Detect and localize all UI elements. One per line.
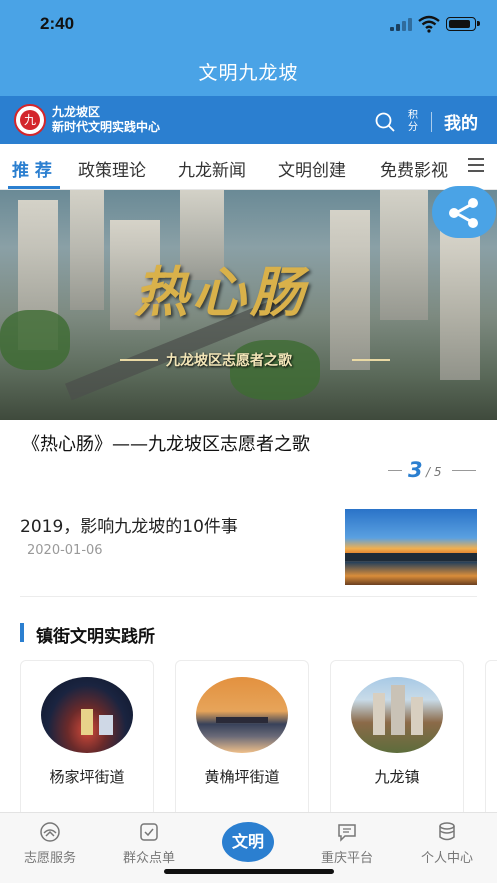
chat-icon [338,824,356,842]
list-divider [20,596,477,597]
search-icon[interactable] [375,112,395,132]
banner-carousel[interactable]: 热心肠 九龙坡区志愿者之歌 [0,190,497,420]
station-name: 九龙镇 [374,768,420,786]
divider [431,112,432,132]
nav-label: 个人中心 [420,851,473,866]
menu-icon[interactable] [468,158,484,172]
brand-line1: 九龙坡区 [52,105,101,119]
tab-civilization[interactable]: 文明创建 [278,156,346,181]
image-building [411,697,423,735]
banner-tree [0,310,70,370]
section-marker [20,623,24,642]
banner-tree [230,340,320,400]
news-thumbnail[interactable] [345,509,477,585]
subtitle-rule [352,359,390,361]
station-card[interactable]: 杨家坪街道 [20,660,154,820]
carousel-pager: 3 / 5 [388,458,476,482]
home-indicator [164,869,334,874]
points-button[interactable]: 积分 [406,110,420,134]
order-icon [140,823,158,841]
section-title: 镇街文明实践所 [36,627,155,647]
news-item-date: 2020-01-06 [27,543,103,558]
banner-caption[interactable]: 《热心肠》——九龙坡区志愿者之歌 [22,430,310,456]
category-tabs: 推 荐 政策理论 九龙新闻 文明创建 免费影视 [0,144,497,190]
subtitle-rule [120,359,158,361]
brand-bar: 九 九龙坡区 新时代文明实践中心 [0,96,497,144]
station-image [196,677,288,753]
nav-chongqing[interactable]: 重庆平台 [302,821,392,866]
banner-title: 热心肠 [134,260,308,324]
image-bridge [216,717,268,723]
share-button[interactable] [432,186,496,238]
status-bar: 2:40 [0,0,497,48]
volunteer-icon [40,822,60,842]
station-image [41,677,133,753]
status-time: 2:40 [40,14,75,33]
nav-profile[interactable]: 个人中心 [402,821,492,866]
thumbnail-skyline [345,553,477,561]
nav-order[interactable]: 群众点单 [104,821,194,866]
pager-total: / 5 [426,465,442,479]
image-building [99,715,113,735]
pager-current: 3 [408,458,423,482]
station-card-partial[interactable] [485,660,497,820]
station-image [351,677,443,753]
brand-name: 九龙坡区 新时代文明实践中心 [52,105,160,135]
banner-building [440,230,480,380]
tab-movies[interactable]: 免费影视 [380,156,448,181]
mine-button[interactable]: 我的 [444,109,478,134]
center-civilization-button[interactable]: 文明 [222,822,274,862]
pager-rule [452,470,476,471]
tab-news[interactable]: 九龙新闻 [178,156,246,181]
nav-volunteer[interactable]: 志愿服务 [5,821,95,866]
banner-building [330,210,370,370]
signal-icon [390,18,412,31]
banner-subtitle-group: 九龙坡区志愿者之歌 [120,350,390,370]
image-building [81,709,93,735]
active-tab-indicator [8,186,60,189]
battery-icon [446,17,480,31]
nav-label: 志愿服务 [23,851,76,866]
logo-icon: 九 [14,104,46,136]
tab-policy[interactable]: 政策理论 [78,156,146,181]
banner-subtitle: 九龙坡区志愿者之歌 [166,353,292,369]
brand-line2: 新时代文明实践中心 [52,120,161,134]
banner-building [70,190,104,310]
app-title: 文明九龙坡 [198,62,299,84]
station-name: 黄桷坪街道 [204,768,280,786]
image-building [373,693,385,735]
wifi-icon [418,15,440,33]
nav-label: 重庆平台 [320,851,373,866]
banner-building [380,190,428,320]
pager-rule [388,470,402,471]
station-name: 杨家坪街道 [49,768,125,786]
profile-icon [439,822,455,841]
logo-char: 九 [20,110,40,130]
share-icon [449,198,478,228]
image-building [391,685,405,735]
tab-recommend[interactable]: 推 荐 [12,156,52,181]
app-header: 2:40 文明九龙坡 [0,0,497,96]
nav-label: 群众点单 [122,851,175,866]
news-item-title[interactable]: 2019，影响九龙坡的10件事 [20,512,238,537]
station-card[interactable]: 九龙镇 [330,660,464,820]
station-card[interactable]: 黄桷坪街道 [175,660,309,820]
